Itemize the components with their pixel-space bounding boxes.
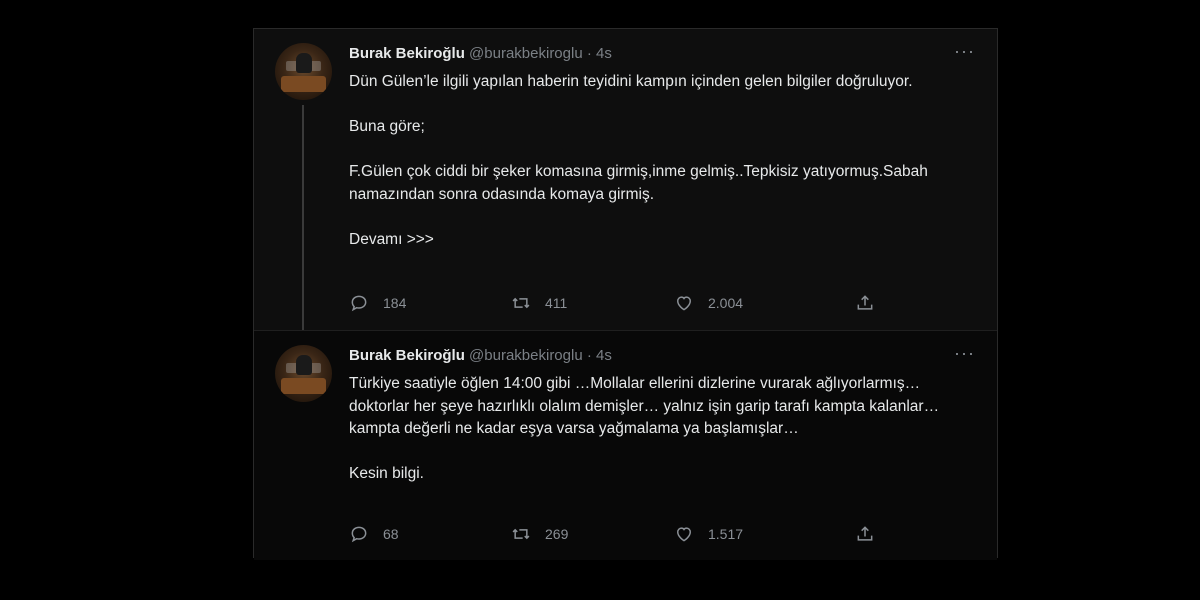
share-icon: [857, 295, 873, 310]
avatar-photo-detail: [281, 378, 326, 394]
tweet-2[interactable]: Burak Bekiroğlu @burakbekiroglu · 4s ···…: [254, 330, 997, 560]
tweet-1[interactable]: Burak Bekiroğlu @burakbekiroglu · 4s ···…: [254, 29, 997, 339]
retweet-count: 411: [545, 295, 568, 311]
tweet-paragraph: Buna göre;: [349, 118, 425, 135]
retweet-button[interactable]: 411: [511, 293, 567, 313]
tweet-header: Burak Bekiroğlu @burakbekiroglu · 4s: [349, 45, 612, 62]
avatar[interactable]: [275, 345, 332, 402]
tweet-actions: 184 411 2.004: [349, 293, 889, 315]
tweet-paragraph: Türkiye saatiyle öğlen 14:00 gibi …Molla…: [349, 375, 940, 437]
thread-connector-line: [302, 105, 304, 339]
reply-count: 68: [383, 526, 399, 542]
reply-icon: [351, 295, 367, 312]
like-button[interactable]: 1.517: [674, 524, 743, 544]
like-count: 2.004: [708, 295, 744, 311]
heart-icon: [676, 527, 692, 542]
tweet-paragraph: Kesin bilgi.: [349, 465, 424, 482]
tweet-actions: 68 269 1.517: [349, 524, 889, 546]
reply-button[interactable]: 184: [349, 293, 406, 313]
reply-count: 184: [383, 295, 407, 311]
author-handle[interactable]: @burakbekiroglu: [469, 347, 583, 364]
separator-dot: ·: [586, 347, 592, 364]
avatar-photo-detail: [296, 53, 312, 73]
avatar-photo-detail: [296, 355, 312, 375]
tweet-time[interactable]: 4s: [596, 347, 612, 364]
like-count: 1.517: [708, 526, 744, 542]
like-button[interactable]: 2.004: [674, 293, 743, 313]
reply-button[interactable]: 68: [349, 524, 399, 544]
tweet-header: Burak Bekiroğlu @burakbekiroglu · 4s: [349, 347, 612, 364]
tweet-time[interactable]: 4s: [596, 45, 612, 62]
tweet-paragraph: Devamı >>>: [349, 230, 434, 248]
reply-icon: [351, 526, 367, 543]
author-name[interactable]: Burak Bekiroğlu: [349, 45, 465, 62]
author-handle[interactable]: @burakbekiroglu: [469, 45, 583, 62]
avatar[interactable]: [275, 43, 332, 100]
retweet-icon: [512, 528, 530, 540]
tweet-thread-panel: Burak Bekiroğlu @burakbekiroglu · 4s ···…: [253, 28, 998, 560]
heart-icon: [676, 296, 692, 311]
retweet-icon: [512, 297, 530, 309]
avatar-photo-detail: [281, 76, 326, 92]
tweet-text: Türkiye saatiyle öğlen 14:00 gibi …Molla…: [349, 373, 949, 486]
share-button[interactable]: [855, 524, 875, 544]
author-name[interactable]: Burak Bekiroğlu: [349, 347, 465, 364]
share-icon: [857, 526, 873, 541]
share-button[interactable]: [855, 293, 875, 313]
tweet-paragraph: F.Gülen çok ciddi bir şeker komasına gir…: [349, 163, 928, 203]
tweet-paragraph: Dün Gülen’le ilgili yapılan haberin teyi…: [349, 73, 913, 90]
tweet-text: Dün Gülen’le ilgili yapılan haberin teyi…: [349, 71, 949, 251]
more-options-icon[interactable]: ···: [954, 344, 975, 362]
separator-dot: ·: [586, 45, 592, 62]
more-options-icon[interactable]: ···: [954, 42, 975, 60]
retweet-count: 269: [545, 526, 569, 542]
retweet-button[interactable]: 269: [511, 524, 568, 544]
